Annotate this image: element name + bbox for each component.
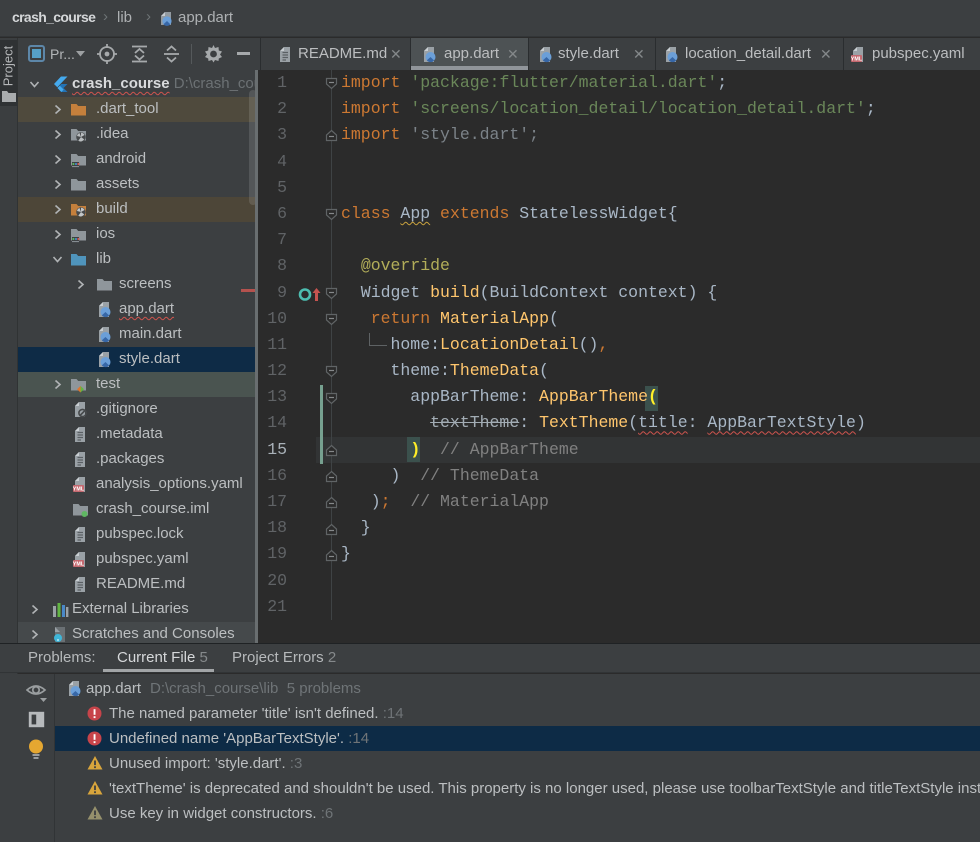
svg-text:YML: YML bbox=[73, 562, 85, 568]
svg-text:YML: YML bbox=[73, 487, 85, 493]
svg-text:YML: YML bbox=[851, 57, 863, 63]
